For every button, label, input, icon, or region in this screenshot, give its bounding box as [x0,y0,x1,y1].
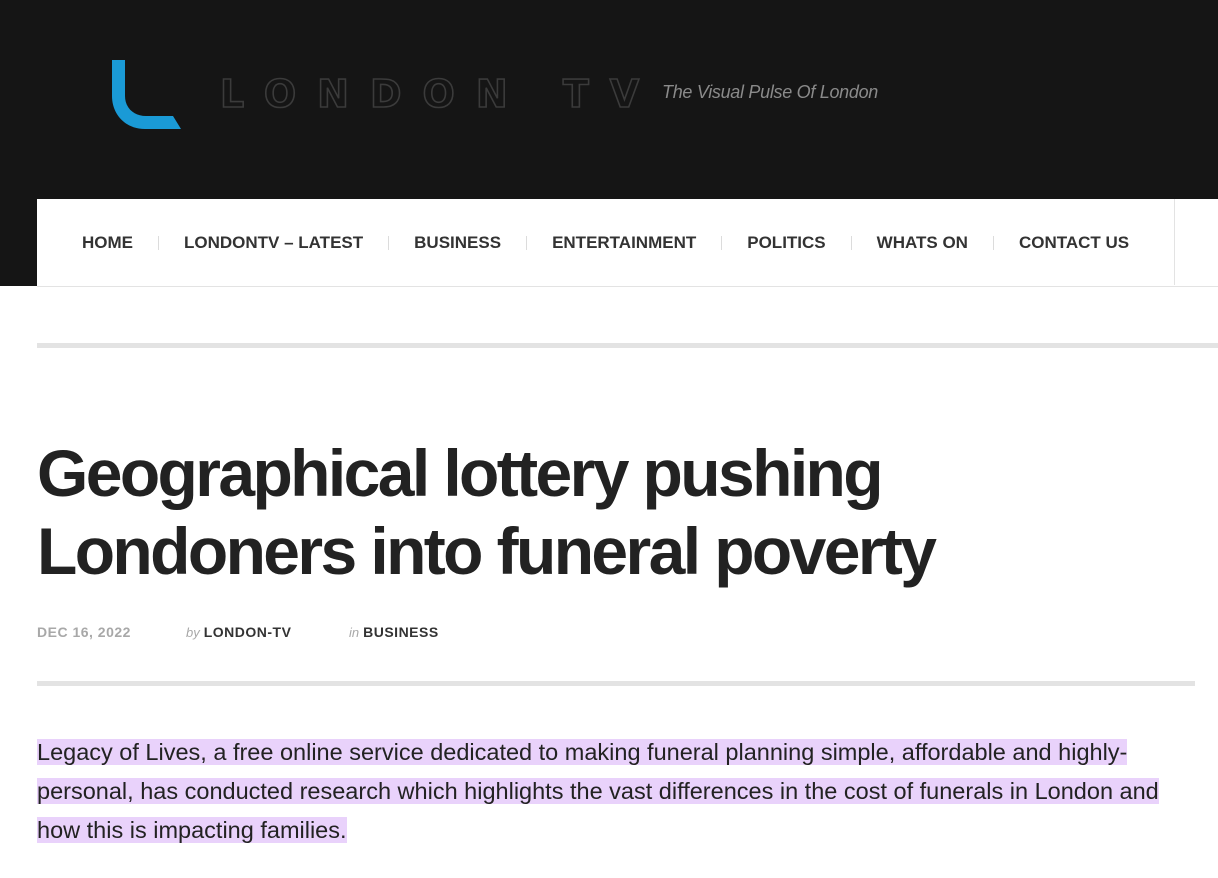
nav-divider [1174,199,1175,285]
nav-item-entertainment[interactable]: ENTERTAINMENT [527,233,721,253]
main-navigation: HOME LONDONTV – LATEST BUSINESS ENTERTAI… [37,199,1218,287]
nav-item-home[interactable]: HOME [57,233,158,253]
author-link[interactable]: LONDON-TV [204,624,292,640]
category-link[interactable]: BUSINESS [363,624,439,640]
site-logo[interactable]: LONDON TV [112,58,660,130]
london-tv-l-mark-icon [112,60,181,129]
nav-list: HOME LONDONTV – LATEST BUSINESS ENTERTAI… [37,199,1218,286]
section-divider [37,343,1218,348]
nav-item-politics[interactable]: POLITICS [722,233,850,253]
article-title: Geographical lottery pushing Londoners i… [37,436,937,588]
nav-item-contact-us[interactable]: CONTACT US [994,233,1154,253]
site-tagline: The Visual Pulse Of London [662,82,879,102]
nav-item-whats-on[interactable]: WHATS ON [852,233,993,253]
author-prefix: by [186,625,200,640]
meta-divider [37,681,1195,686]
article-author: by LONDON-TV [186,624,291,640]
article-lead: Legacy of Lives, a free online service d… [37,733,1187,850]
lead-highlight: Legacy of Lives, a free online service d… [37,739,1159,843]
article-category: in BUSINESS [349,624,439,640]
logo-wordmark: LONDON TV [219,71,661,117]
article-date: DEC 16, 2022 [37,624,131,640]
nav-item-londontv-latest[interactable]: LONDONTV – LATEST [159,233,388,253]
nav-item-business[interactable]: BUSINESS [389,233,526,253]
category-prefix: in [349,625,360,640]
